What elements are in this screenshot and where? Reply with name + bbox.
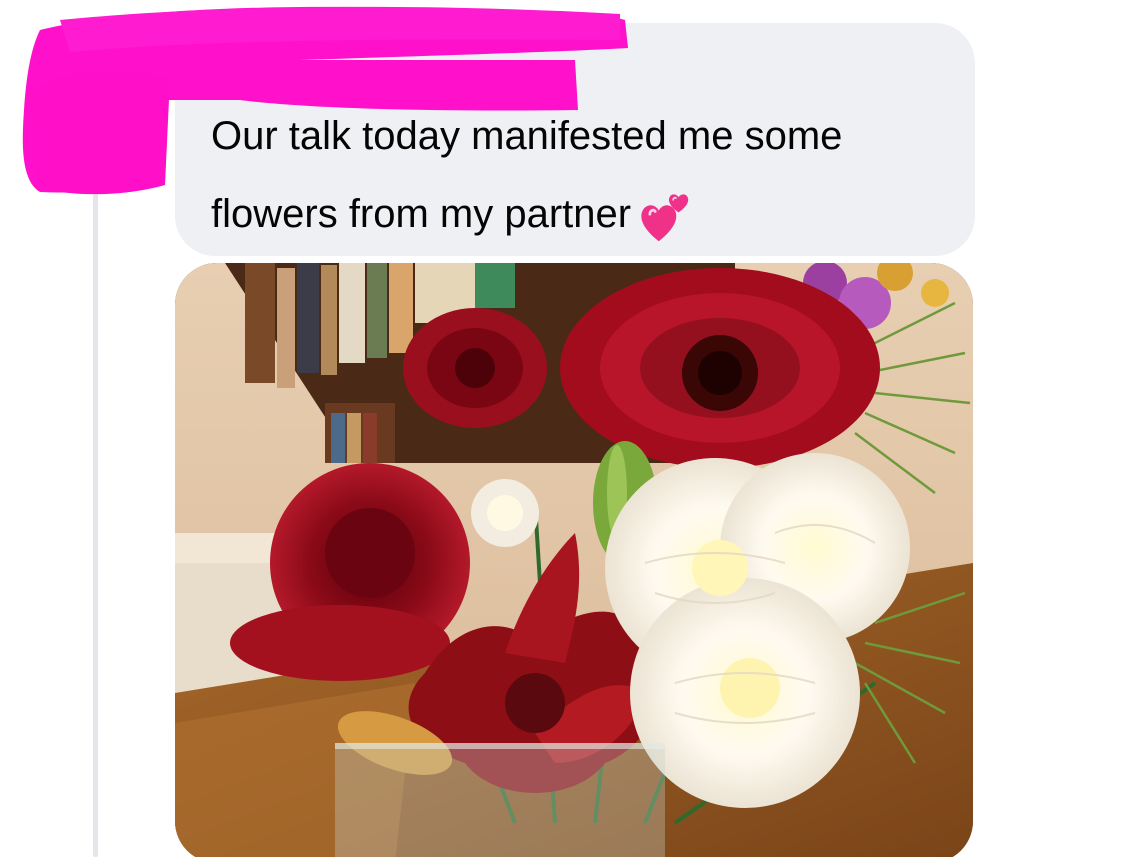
two-hearts-icon [641, 194, 689, 242]
thread-connector-line [93, 190, 98, 857]
message-text-content: Our talk today manifested me some flower… [211, 114, 843, 236]
flower-bouquet-photo[interactable] [175, 263, 973, 857]
flower-bouquet-image [175, 263, 973, 857]
message-text: Our talk today manifested me some flower… [211, 97, 971, 253]
message-thread: Our talk today manifested me some flower… [0, 0, 1125, 857]
